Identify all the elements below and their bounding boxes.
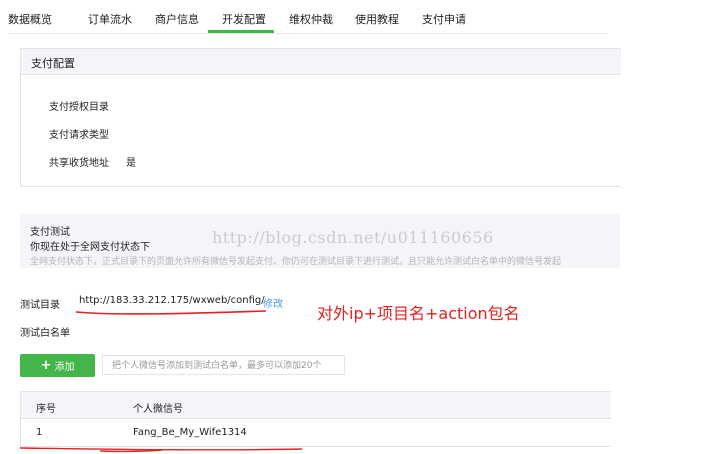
annotation-underlines: [19, 310, 303, 453]
test-dir-underline: [75, 310, 267, 315]
wechat-id-underline-2: [99, 449, 163, 453]
annotation-note: 对外ip+项目名+action包名: [317, 304, 520, 323]
